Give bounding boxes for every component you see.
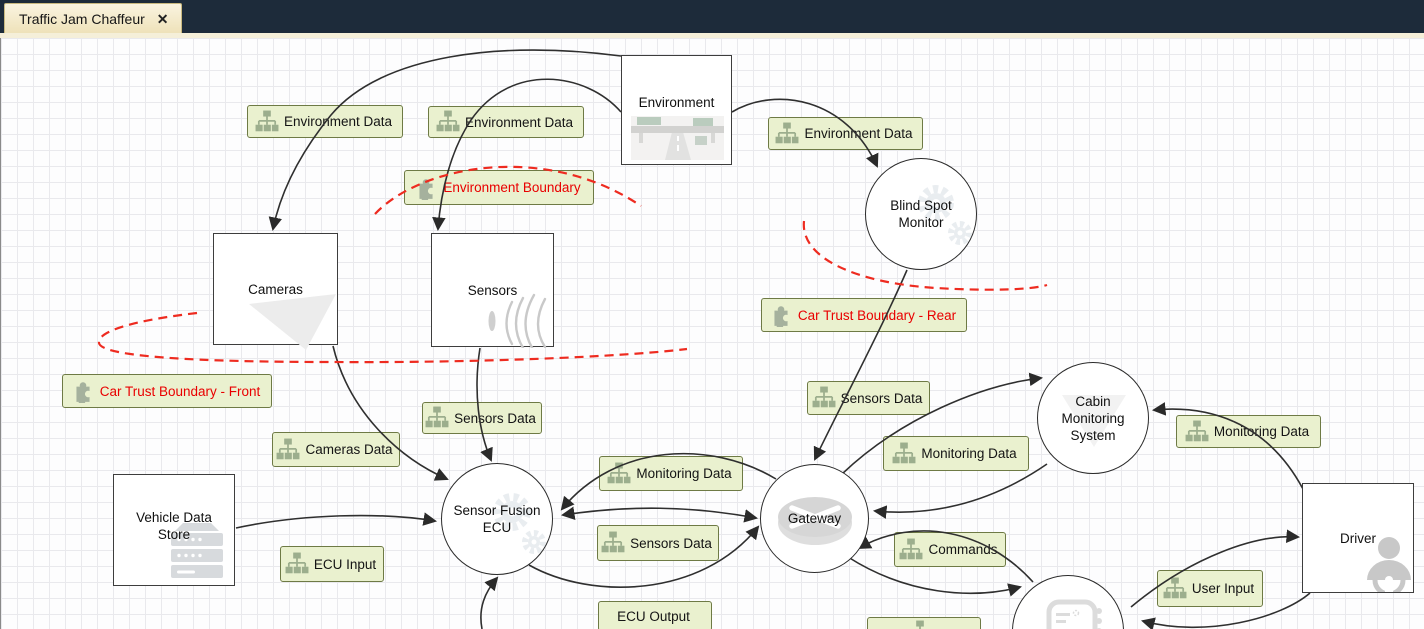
flow-label-text: Cameras Data [305,442,392,457]
flow-gateway-ecu-middle[interactable] [563,508,756,518]
flow-cabin-monitoring-to-gateway[interactable] [875,464,1047,512]
flow-label-text: Monitoring Data [921,446,1016,461]
flow-label-sensors-data-2[interactable]: Sensors Data [807,381,930,415]
shape-hmi[interactable]: HMI [1012,575,1124,629]
shape-driver[interactable]: Driver [1302,483,1414,593]
data-flow-icon [1185,420,1209,444]
flow-label-text: Commands [928,542,997,557]
data-flow-icon [812,386,836,410]
boundary-label-car-trust-front[interactable]: Car Trust Boundary - Front [62,374,272,408]
data-flow-icon [425,406,449,430]
flow-label-text: ECU Input [314,557,376,572]
flow-label-text: Environment Data [465,115,573,130]
flow-label-monitoring-data-3[interactable]: Monitoring Data [1176,415,1321,448]
flow-label-monitoring-data-1[interactable]: Monitoring Data [599,456,743,491]
flow-label-sensors-data-3[interactable]: Sensors Data [597,525,719,561]
data-flow-icon [908,620,932,629]
shape-gateway[interactable]: Gateway [760,464,869,573]
data-flow-icon [436,110,460,134]
data-flow-icon [276,438,300,462]
shape-label: Vehicle Data Store [128,509,220,543]
shape-label: Environment [639,94,715,111]
boundary-label-text: Car Trust Boundary - Front [100,384,261,399]
shape-label: Cabin Monitoring System [1050,393,1136,444]
flow-hmi-to-ecu[interactable] [481,578,497,629]
data-flow-icon [892,442,916,466]
flow-label-text: Monitoring Data [1214,424,1309,439]
shape-label: Sensor Fusion ECU [451,502,543,536]
flow-label-commands[interactable]: Commands [894,532,1006,567]
flow-label-environment-data-2[interactable]: Environment Data [428,106,584,138]
data-flow-icon [607,462,631,486]
data-flow-icon [255,110,279,134]
shape-label: Driver [1340,530,1376,547]
shape-label: Gateway [788,510,841,527]
flow-label-ecu-output[interactable]: ECU Output [598,601,712,629]
flow-label-cameras-data[interactable]: Cameras Data [272,432,400,467]
camera-cone-icon [244,292,344,354]
shape-blind-spot-monitor[interactable]: Blind Spot Monitor [865,158,977,270]
diagram-canvas[interactable]: Environment Data Environment Data Enviro… [0,38,1424,629]
tab-traffic-jam-chaffeur[interactable]: Traffic Jam Chaffeur ✕ [4,3,182,34]
shape-sensors[interactable]: Sensors [431,233,554,347]
boundary-label-text: Car Trust Boundary - Rear [798,308,956,323]
trust-boundary-icon [769,303,793,327]
flow-label-text: Sensors Data [841,391,923,406]
flow-label-text: User Input [1192,581,1254,596]
flow-label-monitoring-data-2[interactable]: Monitoring Data [883,436,1029,471]
boundary-label-car-trust-rear[interactable]: Car Trust Boundary - Rear [761,298,967,332]
boundary-label-environment-boundary[interactable]: Environment Boundary [404,170,594,205]
flow-label-text: Sensors Data [630,536,712,551]
shape-vehicle-data-store[interactable]: Vehicle Data Store [113,474,235,586]
flow-label-text: Environment Data [284,114,392,129]
trust-boundary-icon [414,176,438,200]
flow-label-text: ECU Output [617,609,690,624]
data-flow-icon [899,538,923,562]
flow-label-user-input[interactable]: User Input [1157,570,1263,607]
shape-environment[interactable]: Environment [621,55,732,165]
flow-label-text: Sensors Data [454,411,536,426]
flow-label-environment-data-3[interactable]: Environment Data [768,117,923,150]
shape-label: Cameras [248,281,303,298]
shape-sensor-fusion-ecu[interactable]: Sensor Fusion ECU [441,463,553,575]
flow-label-ecu-input[interactable]: ECU Input [280,546,384,582]
tab-close-icon[interactable]: ✕ [157,12,169,26]
tab-title: Traffic Jam Chaffeur [19,11,145,27]
flow-vehicle-data-store-to-ecu[interactable] [236,516,435,528]
highway-image [631,116,724,160]
data-flow-icon [285,552,309,576]
data-flow-icon [775,122,799,146]
boundary-label-text: Environment Boundary [443,180,580,195]
shape-label: Blind Spot Monitor [875,197,967,231]
flow-environment-to-sensors[interactable] [438,79,621,229]
tab-bar: Traffic Jam Chaffeur ✕ [0,0,1424,33]
shape-cameras[interactable]: Cameras [213,233,338,345]
trust-boundary-icon [71,379,95,403]
threat-modeling-app: Traffic Jam Chaffeur ✕ [0,0,1424,629]
data-flow-icon [601,531,625,555]
trust-boundary-front-curve[interactable] [99,313,687,362]
hmi-device-icon [1043,599,1107,629]
flow-label-clipped-bottom[interactable] [867,617,981,629]
shape-label: Sensors [468,282,518,299]
flow-label-text: Monitoring Data [636,466,731,481]
flow-label-text: Environment Data [804,126,912,141]
shape-cabin-monitoring-system[interactable]: Cabin Monitoring System [1037,362,1149,474]
